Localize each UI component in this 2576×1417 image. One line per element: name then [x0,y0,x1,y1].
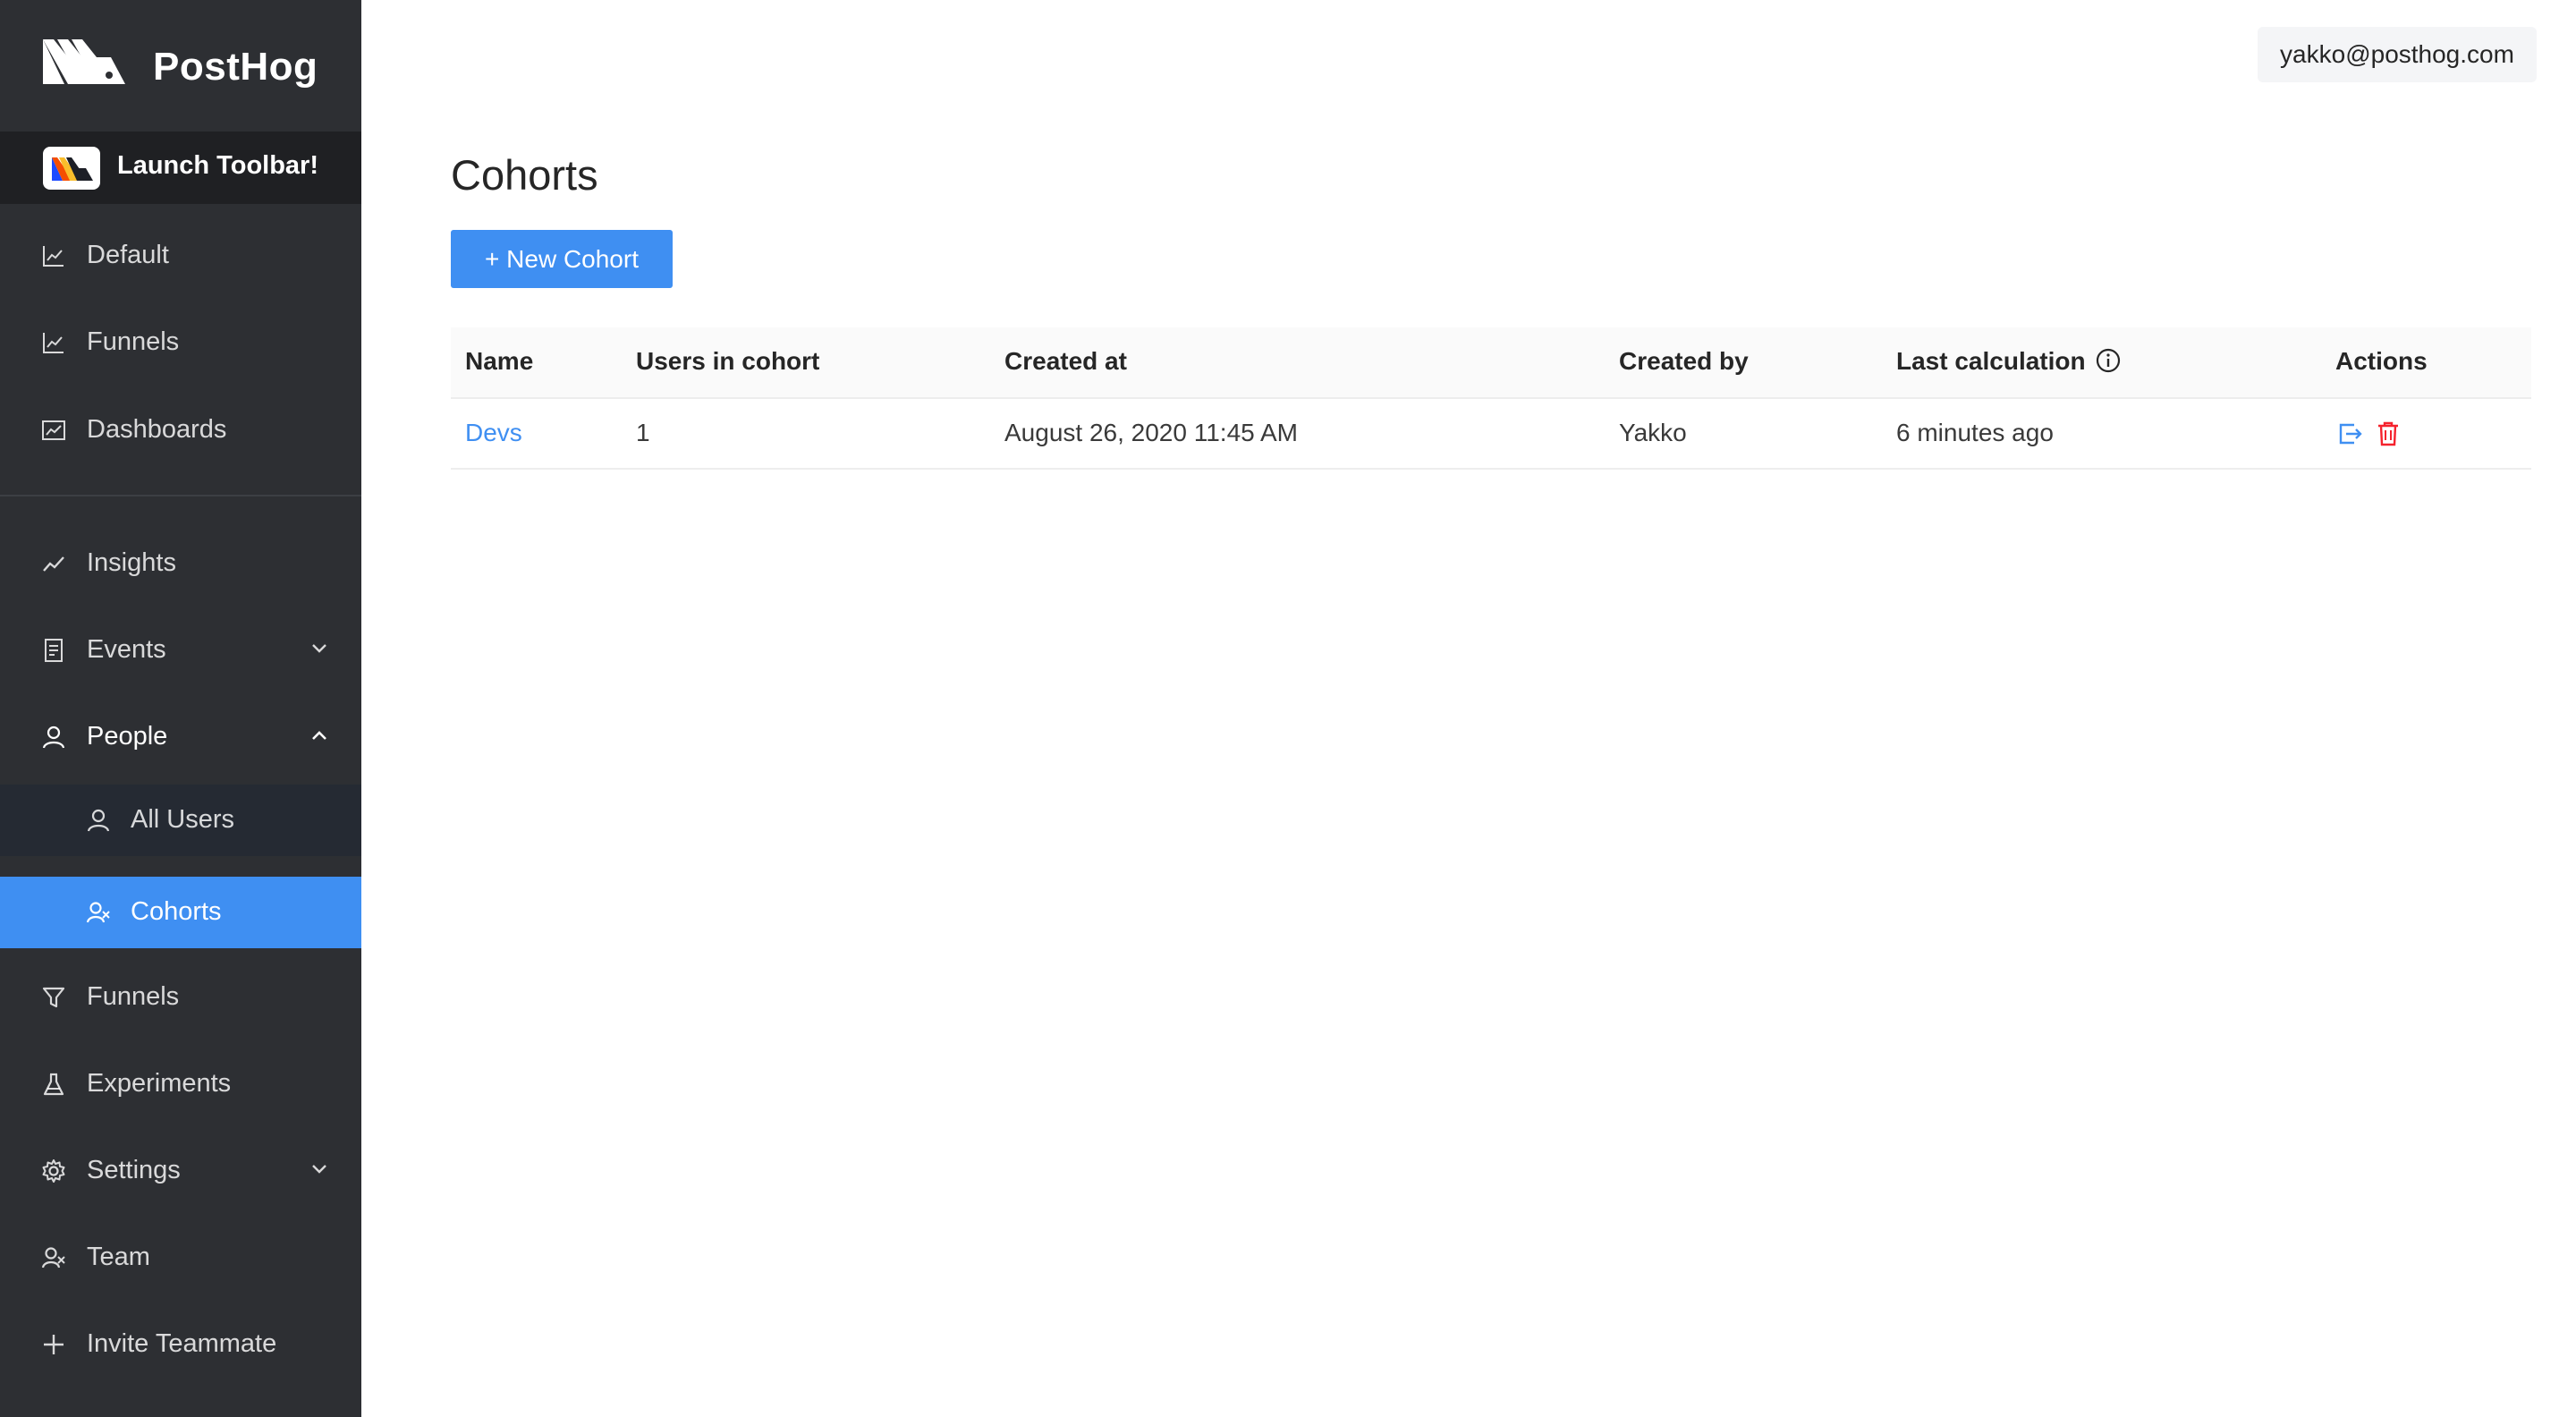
cohorts-table: Name Users in cohort Created at Created … [451,327,2531,470]
chevron-down-icon [312,1165,326,1174]
launch-toolbar-button[interactable]: Launch Toolbar! [0,132,361,204]
sidebar-item-funnels[interactable]: Funnels [0,962,361,1033]
column-header-name[interactable]: Name [465,347,533,376]
sidebar-item-invite-teammate[interactable]: Invite Teammate [0,1309,361,1380]
sidebar-divider [0,495,361,496]
sidebar-item-label: Default [87,241,169,269]
cohort-last-calculation: 6 minutes ago [1896,419,2054,446]
team-icon [86,902,110,923]
column-header-label: Last calculation [1896,347,2086,375]
cohort-users-count: 1 [636,419,650,446]
user-email: yakko@posthog.com [2280,40,2514,68]
posthog-logo-icon [43,39,125,84]
user-icon [42,725,65,749]
sidebar-item-label: Experiments [87,1069,232,1098]
sidebar-item-events[interactable]: Events [0,615,361,686]
page-title: Cohorts [451,151,598,199]
table-header: Name Users in cohort Created at Created … [451,327,2531,399]
sidebar-item-label: Invite Teammate [87,1329,277,1358]
sidebar-item-insights[interactable]: Insights [0,528,361,599]
delete-icon[interactable] [2376,420,2401,447]
funnel-icon [42,987,65,1008]
export-icon[interactable] [2336,420,2363,447]
sidebar-item-label: Team [87,1243,150,1271]
dashboard-icon [42,420,65,440]
cohort-created-by: Yakko [1619,419,1687,446]
sidebar-item-team[interactable]: Team [0,1222,361,1294]
sidebar-item-people[interactable]: People [0,701,361,773]
sidebar-item-label: Funnels [87,982,180,1011]
sidebar-item-label: People [87,722,168,751]
column-header-users[interactable]: Users in cohort [636,347,819,376]
new-cohort-button[interactable]: + New Cohort [451,230,673,288]
sidebar-item-settings[interactable]: Settings [0,1135,361,1207]
line-chart-icon [43,246,64,267]
chevron-down-icon [312,644,326,653]
column-header-last-calculation[interactable]: Last calculation [1896,347,2122,376]
line-chart-icon [43,333,64,353]
posthog-logo[interactable]: PostHog [0,0,361,131]
info-icon[interactable] [2095,347,2122,374]
cohort-name-link[interactable]: Devs [465,419,522,447]
user-icon [87,809,110,832]
sidebar-item-label: Events [87,635,166,664]
flask-icon [43,1073,64,1096]
sidebar: PostHog Launch Toolbar! Default Funnels [0,0,361,1417]
sidebar-item-cohorts[interactable]: Cohorts [0,877,361,948]
column-header-created-by[interactable]: Created by [1619,347,1749,376]
table-row: Devs 1 August 26, 2020 11:45 AM Yakko 6 … [451,399,2531,470]
app-name: PostHog [153,45,318,89]
sidebar-item-funnels-top[interactable]: Funnels [0,307,361,378]
toolbar-logo-icon [43,147,100,190]
column-header-actions: Actions [2335,347,2428,375]
sidebar-item-label: Dashboards [87,415,227,444]
column-header-created-at[interactable]: Created at [1004,347,1127,376]
chevron-up-icon [312,731,326,740]
gear-icon [42,1159,65,1183]
plus-icon [44,1335,64,1354]
sidebar-item-label: All Users [131,805,235,834]
sidebar-item-label: Settings [87,1156,181,1184]
cohort-created-at: August 26, 2020 11:45 AM [1004,419,1298,446]
team-icon [41,1247,65,1269]
user-menu[interactable]: yakko@posthog.com [2258,27,2537,82]
sidebar-item-all-users[interactable]: All Users [0,785,361,856]
launch-toolbar-label: Launch Toolbar! [117,151,319,180]
document-icon [45,639,63,662]
sidebar-item-label: Funnels [87,327,180,356]
sidebar-item-label: Insights [87,548,176,577]
sidebar-item-experiments[interactable]: Experiments [0,1048,361,1120]
trend-icon [43,556,64,572]
sidebar-item-dashboards[interactable]: Dashboards [0,395,361,466]
sidebar-item-label: Cohorts [131,897,222,926]
sidebar-item-default[interactable]: Default [0,220,361,292]
